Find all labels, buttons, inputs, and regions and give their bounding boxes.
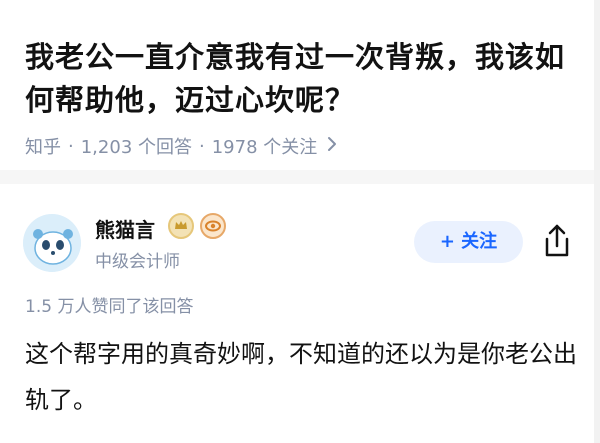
question-meta[interactable]: 知乎 · 1,203 个回答 · 1978 个关注 xyxy=(25,133,337,159)
answer-content[interactable]: 这个帮字用的真奇妙啊，不知道的还以为是你老公出轨了。 xyxy=(25,331,580,423)
question-title[interactable]: 我老公一直介意我有过一次背叛，我该如何帮助他，迈过心坎呢？ xyxy=(25,36,585,122)
answers-count: 1,203 个回答 xyxy=(80,137,192,158)
follow-button[interactable]: + 关注 xyxy=(414,221,523,263)
vote-summary: 1.5 万人赞同了该回答 xyxy=(25,297,194,317)
meta-separator: · xyxy=(68,135,74,157)
orange-eye-badge-icon xyxy=(200,213,226,239)
share-icon[interactable] xyxy=(540,222,574,260)
source-label: 知乎 xyxy=(25,137,61,158)
answer-card: 熊猫言 中级会计师 + 关注 1.5 万人赞同了该回答 这个帮字用的真奇妙啊，不… xyxy=(0,184,600,443)
meta-separator: · xyxy=(199,135,205,157)
author-title: 中级会计师 xyxy=(95,252,180,272)
author-name[interactable]: 熊猫言 xyxy=(95,214,155,243)
gold-badge-icon xyxy=(168,213,194,239)
panda-avatar-icon xyxy=(23,214,81,272)
followers-count: 1978 个关注 xyxy=(211,137,318,158)
chevron-right-icon[interactable] xyxy=(327,136,337,157)
scrollbar-track[interactable] xyxy=(594,0,600,443)
section-divider xyxy=(0,170,600,184)
question-header: 我老公一直介意我有过一次背叛，我该如何帮助他，迈过心坎呢？ 知乎 · 1,203 个… xyxy=(0,0,600,170)
avatar[interactable] xyxy=(23,214,81,272)
